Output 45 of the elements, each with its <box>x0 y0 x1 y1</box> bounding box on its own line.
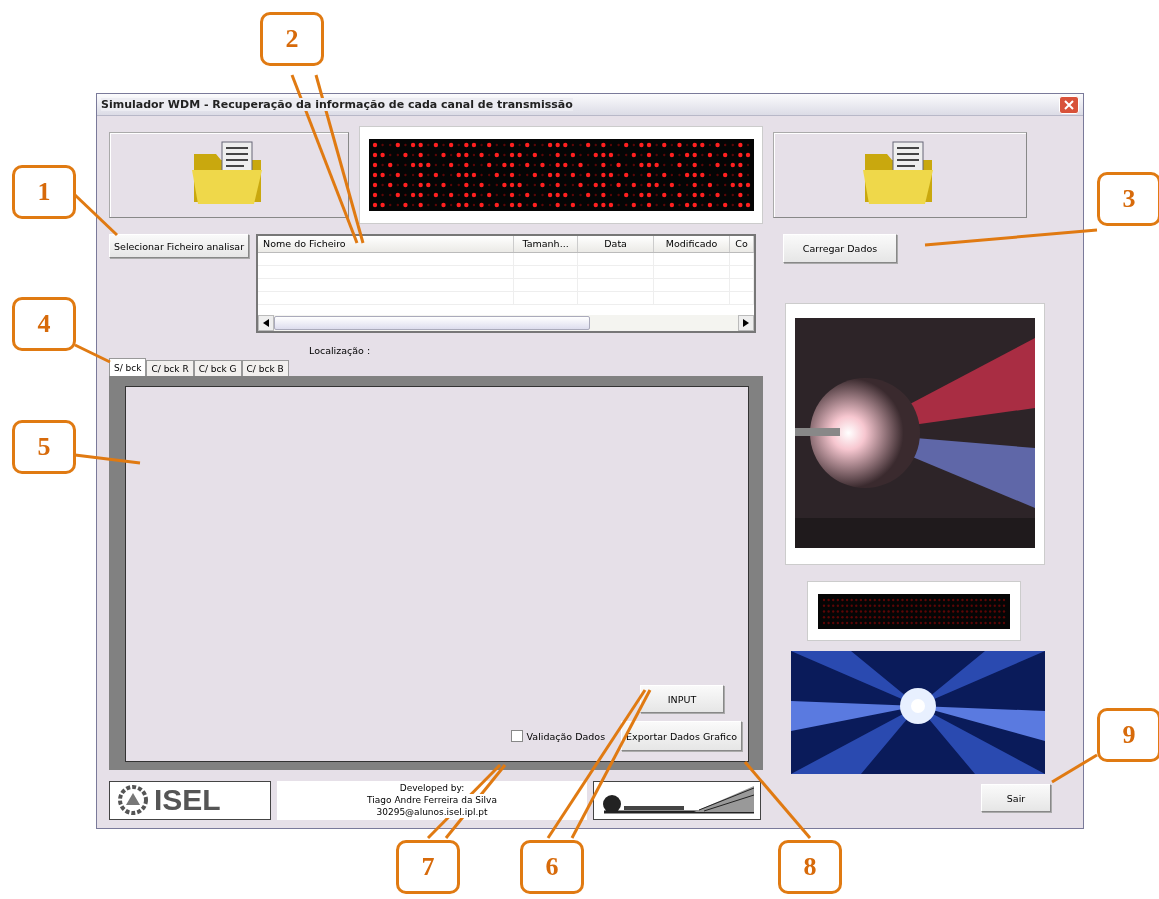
leader-line <box>1051 753 1098 784</box>
callout-number: 8 <box>778 840 842 894</box>
leader-line <box>74 343 111 364</box>
exit-button[interactable]: Sair <box>981 784 1051 812</box>
leader-line <box>74 453 141 465</box>
callout-number: 4 <box>12 297 76 351</box>
input-button[interactable]: INPUT <box>640 685 724 713</box>
checkbox-label: Validação Dados <box>526 730 606 742</box>
gear-icon <box>118 785 148 815</box>
tab[interactable]: C/ bck B <box>241 360 289 376</box>
window-title: Simulador WDM - Recuperação da informação de cada canal de transmissão <box>101 98 573 111</box>
checkbox-icon[interactable] <box>510 730 523 742</box>
callout-number: 7 <box>396 840 460 894</box>
open-folder-button[interactable] <box>109 132 349 218</box>
callout-number: 6 <box>520 840 584 894</box>
column-header[interactable]: Nome do Ficheiro <box>258 236 515 252</box>
callout-number: 9 <box>1097 708 1159 762</box>
column-header[interactable]: Co <box>730 236 755 252</box>
column-header[interactable]: Modificado <box>654 236 731 252</box>
callout-number: 2 <box>260 12 324 66</box>
scroll-right-button[interactable] <box>738 315 755 331</box>
load-data-button[interactable]: Carregar Dados <box>783 234 897 263</box>
column-header[interactable]: Tamanh... <box>514 236 579 252</box>
tab[interactable]: S/ bck <box>109 358 147 376</box>
callout-number: 1 <box>12 165 76 219</box>
validation-checkbox[interactable]: Validação Dados <box>510 730 606 742</box>
column-header[interactable]: Data <box>578 236 655 252</box>
location-label: Localização : <box>309 345 372 356</box>
leader-line <box>73 193 119 237</box>
scroll-thumb[interactable] <box>274 316 591 330</box>
select-file-button[interactable]: Selecionar Ficheiro analisar <box>109 234 250 258</box>
scroll-left-button[interactable] <box>258 315 275 331</box>
tab[interactable]: C/ bck R <box>146 360 194 376</box>
callout-number: 3 <box>1097 172 1159 226</box>
close-icon <box>1064 99 1074 110</box>
left-arrow-icon <box>263 319 270 327</box>
logo-text: ISEL <box>154 783 221 817</box>
horizontal-scrollbar[interactable] <box>258 315 755 331</box>
tab[interactable]: C/ bck G <box>193 360 242 376</box>
close-button[interactable] <box>1059 95 1079 114</box>
export-button[interactable]: Exportar Dados Grafico <box>621 721 742 751</box>
right-arrow-icon <box>743 319 750 327</box>
file-list[interactable]: Nome do Ficheiro Tamanh... Data Modificado Co <box>256 234 757 333</box>
open-folder-button[interactable] <box>773 132 1027 218</box>
callout-number: 5 <box>12 420 76 474</box>
